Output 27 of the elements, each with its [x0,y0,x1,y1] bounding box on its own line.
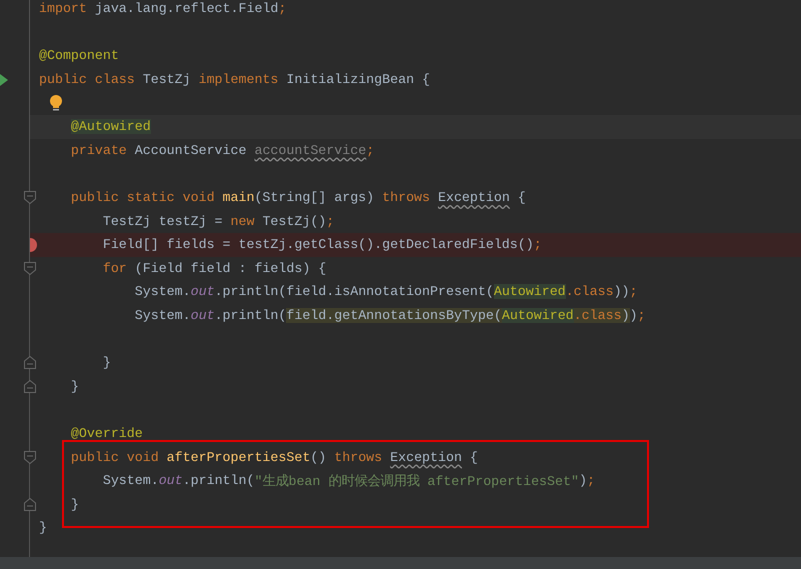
code-line: } [39,520,47,536]
code-line: } [70,496,79,512]
fold-end-icon[interactable] [24,380,36,393]
code-line: import java.lang.reflect.Field; [39,1,286,16]
fold-icon[interactable] [24,262,36,275]
code-line: @Component [39,48,119,64]
code-line: public void afterPropertiesSet() throws Exception { [70,450,478,465]
code-line: System.out.println(field.isAnnotationPresent(Autowired.class)); [134,284,638,300]
breakpoint-icon[interactable] [30,238,39,252]
code-line: } [70,378,79,394]
code-line: @Override [70,426,143,441]
code-line: System.out.println("生成bean 的时候会调用我 afterPropertiesSet"); [102,472,595,490]
code-line: System.out.println(field.getAnnotationsByType(Autowired.class)); [134,308,646,324]
lightbulb-icon[interactable] [49,95,63,112]
run-icon[interactable] [0,74,8,86]
fold-end-icon[interactable] [24,498,36,511]
horizontal-scrollbar[interactable] [0,557,801,569]
fold-icon[interactable] [24,450,36,464]
code-line: private AccountService accountService; [70,142,374,158]
code-line: for (Field field : fields) { [102,260,326,276]
code-line: public class TestZj implements InitializingBean { [39,72,430,88]
fold-end-icon[interactable] [24,356,36,370]
code-line: Field[] fields = testZj.getClass().getDeclaredFields(); [102,237,542,252]
code-line: public static void main(String[] args) throws Exception { [70,190,526,206]
code-line: } [102,355,111,370]
fold-icon[interactable] [24,191,36,204]
code-line: TestZj testZj = new TestZj(); [102,214,334,229]
